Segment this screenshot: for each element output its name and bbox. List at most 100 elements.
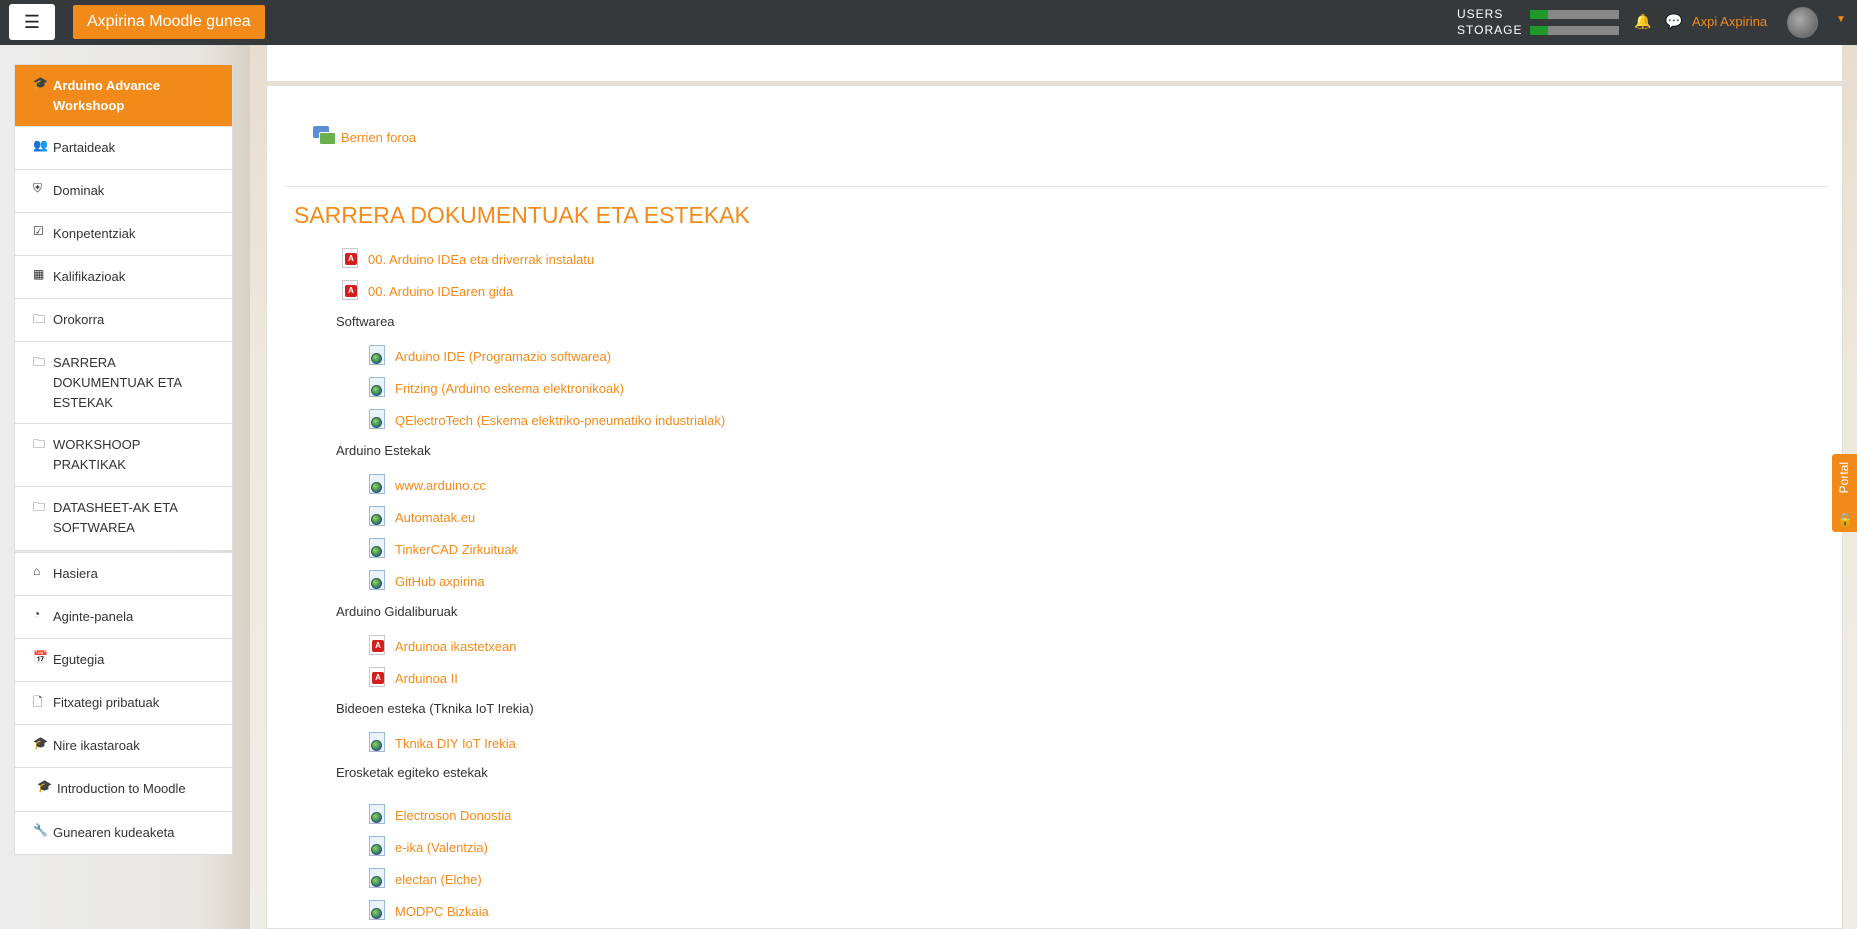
sidebar-item-label: Gunearen kudeaketa <box>53 825 175 840</box>
sidebar-item-label: Hasiera <box>53 566 98 581</box>
resource-link[interactable]: Arduinoa ikastetxean <box>395 639 516 654</box>
calendar-icon: 📅 <box>33 650 48 664</box>
url-globe-icon <box>367 409 387 431</box>
url-link[interactable]: GitHub axpirina <box>395 574 485 589</box>
sidebar-item-hasiera[interactable]: ⌂ Hasiera <box>15 553 232 596</box>
sidebar-item-konpetentziak[interactable]: ☑ Konpetentziak <box>15 213 232 256</box>
portal-side-tab[interactable]: Portal 🔒 <box>1832 454 1857 532</box>
label-bideoen-esteka: Bideoen esteka (Tknika IoT Irekia) <box>336 701 534 716</box>
url-link[interactable]: Arduino IDE (Programazio softwarea) <box>395 349 611 364</box>
sidebar-item-datasheet[interactable]: 🗀 DATASHEET-AK ETA SOFTWAREA <box>15 487 232 550</box>
sidebar-item-label: Fitxategi pribatuak <box>53 695 160 710</box>
url-link[interactable]: www.arduino.cc <box>395 478 486 493</box>
storage-quota-label: STORAGE <box>1457 23 1523 37</box>
sidebar-item-aginte-panela[interactable]: ◔ Aginte-panela <box>15 596 232 639</box>
url-link[interactable]: MODPC Bizkaia <box>395 904 489 919</box>
sidebar-item-label: Partaideak <box>53 140 116 155</box>
url-globe-icon <box>367 345 387 367</box>
user-avatar[interactable] <box>1787 7 1818 38</box>
file-icon: 🗋 <box>33 695 43 709</box>
url-link[interactable]: Tknika DIY IoT Irekia <box>395 736 516 751</box>
sidebar-item-workshoop[interactable]: 🗀 WORKSHOOP PRAKTIKAK <box>15 424 232 487</box>
lock-icon: 🔒 <box>1837 512 1854 527</box>
resource-activity: A Arduinoa ikastetxean <box>367 635 516 657</box>
folder-icon: 🗀 <box>33 355 46 369</box>
user-menu-caret-icon[interactable]: ▼ <box>1836 14 1846 25</box>
portal-tab-label: Portal <box>1837 462 1851 494</box>
checkbox-icon: ☑ <box>33 224 44 238</box>
sidebar-item-gunearen-kudeaketa[interactable]: 🔧 Gunearen kudeaketa <box>15 812 232 854</box>
resource-activity: A Arduinoa II <box>367 667 458 689</box>
sidebar-item-label: WORKSHOOP PRAKTIKAK <box>53 437 141 472</box>
label-erosketak: Erosketak egiteko estekak <box>336 765 488 780</box>
sidebar-item-sarrera[interactable]: 🗀 SARRERA DOKUMENTUAK ETA ESTEKAK <box>15 342 232 424</box>
url-globe-icon <box>367 900 387 922</box>
site-name-link[interactable]: Axpirina Moodle gunea <box>73 5 265 39</box>
sidebar-item-fitxategi-pribatuak[interactable]: 🗋 Fitxategi pribatuak <box>15 682 232 725</box>
sidebar-item-course-home[interactable]: 🎓 Arduino Advance Workshoop <box>15 65 232 127</box>
sidebar-item-label: DATASHEET-AK ETA SOFTWAREA <box>53 500 178 535</box>
dashboard-icon: ◔ <box>33 607 41 621</box>
messages-chat-icon[interactable]: 💬 <box>1665 13 1682 30</box>
sidebar-item-label: Arduino Advance Workshoop <box>53 78 161 113</box>
users-quota-label: USERS <box>1457 7 1504 21</box>
url-activity: MODPC Bizkaia <box>367 900 489 922</box>
url-activity: e-ika (Valentzia) <box>367 836 488 858</box>
sidebar-item-label: Konpetentziak <box>53 226 136 241</box>
forum-activity: Berrien foroa <box>313 126 416 148</box>
sidebar-item-nire-ikastaroak[interactable]: 🎓 Nire ikastaroak <box>15 725 232 768</box>
graduation-cap-icon: 🎓 <box>33 736 48 750</box>
sidebar-item-label: Dominak <box>53 183 105 198</box>
url-activity: electan (Elche) <box>367 868 482 890</box>
users-icon: 👥 <box>33 138 48 152</box>
url-activity: Arduino IDE (Programazio softwarea) <box>367 345 611 367</box>
sidebar-item-kalifikazioak[interactable]: ▦ Kalifikazioak <box>15 256 232 299</box>
user-menu-name[interactable]: Axpi Axpirina <box>1692 14 1767 29</box>
pdf-icon: A <box>340 248 360 270</box>
pdf-icon: A <box>367 635 387 657</box>
table-icon: ▦ <box>33 267 45 281</box>
url-link[interactable]: TinkerCAD Zirkuituak <box>395 542 518 557</box>
top-navbar: ☰ Axpirina Moodle gunea USERS STORAGE 🔔 … <box>0 0 1857 45</box>
url-link[interactable]: QElectroTech (Eskema elektriko-pneumatik… <box>395 413 725 428</box>
url-globe-icon <box>367 538 387 560</box>
hamburger-menu-button[interactable]: ☰ <box>9 4 55 40</box>
label-arduino-estekak: Arduino Estekak <box>336 443 431 458</box>
course-nav-group: 🎓 Arduino Advance Workshoop 👥 Partaideak… <box>14 64 233 551</box>
notifications-bell-icon[interactable]: 🔔 <box>1634 13 1651 30</box>
resource-link[interactable]: 00. Arduino IDEaren gida <box>368 284 513 299</box>
sidebar-item-partaideak[interactable]: 👥 Partaideak <box>15 127 232 170</box>
url-link[interactable]: Automatak.eu <box>395 510 475 525</box>
resource-link[interactable]: Arduinoa II <box>395 671 458 686</box>
sidebar-item-egutegia[interactable]: 📅 Egutegia <box>15 639 232 682</box>
pdf-icon: A <box>367 667 387 689</box>
sidebar-item-label: Kalifikazioak <box>53 269 126 284</box>
url-activity: QElectroTech (Eskema elektriko-pneumatik… <box>367 409 725 431</box>
url-link[interactable]: Electroson Donostia <box>395 808 511 823</box>
url-link[interactable]: Fritzing (Arduino eskema elektronikoak) <box>395 381 624 396</box>
resource-activity: A 00. Arduino IDEa eta driverrak instala… <box>340 248 594 270</box>
url-globe-icon <box>367 506 387 528</box>
url-link[interactable]: electan (Elche) <box>395 872 482 887</box>
sidebar-item-orokorra[interactable]: 🗀 Orokorra <box>15 299 232 342</box>
url-link[interactable]: e-ika (Valentzia) <box>395 840 488 855</box>
header-card <box>266 45 1843 82</box>
forum-icon <box>313 126 337 148</box>
users-quota-fill <box>1530 9 1548 19</box>
users-quota-bar <box>1530 9 1619 19</box>
sidebar-item-dominak[interactable]: ⛨ Dominak <box>15 170 232 213</box>
site-nav-group: ⌂ Hasiera ◔ Aginte-panela 📅 Egutegia 🗋 F… <box>14 552 233 812</box>
url-globe-icon <box>367 570 387 592</box>
section-divider <box>285 186 1828 187</box>
sidebar-item-label: Orokorra <box>53 312 105 327</box>
resource-link[interactable]: 00. Arduino IDEa eta driverrak instalatu <box>368 252 594 267</box>
resource-activity: A 00. Arduino IDEaren gida <box>340 280 513 302</box>
sidebar-item-introduction-to-moodle[interactable]: 🎓 Introduction to Moodle <box>15 768 232 811</box>
url-activity: GitHub axpirina <box>367 570 485 592</box>
sidebar-item-label: Egutegia <box>53 652 105 667</box>
home-icon: ⌂ <box>33 564 41 578</box>
forum-link[interactable]: Berrien foroa <box>341 130 416 145</box>
storage-quota-fill <box>1530 25 1548 35</box>
quota-indicator: USERS STORAGE <box>1457 6 1622 38</box>
url-globe-icon <box>367 732 387 754</box>
